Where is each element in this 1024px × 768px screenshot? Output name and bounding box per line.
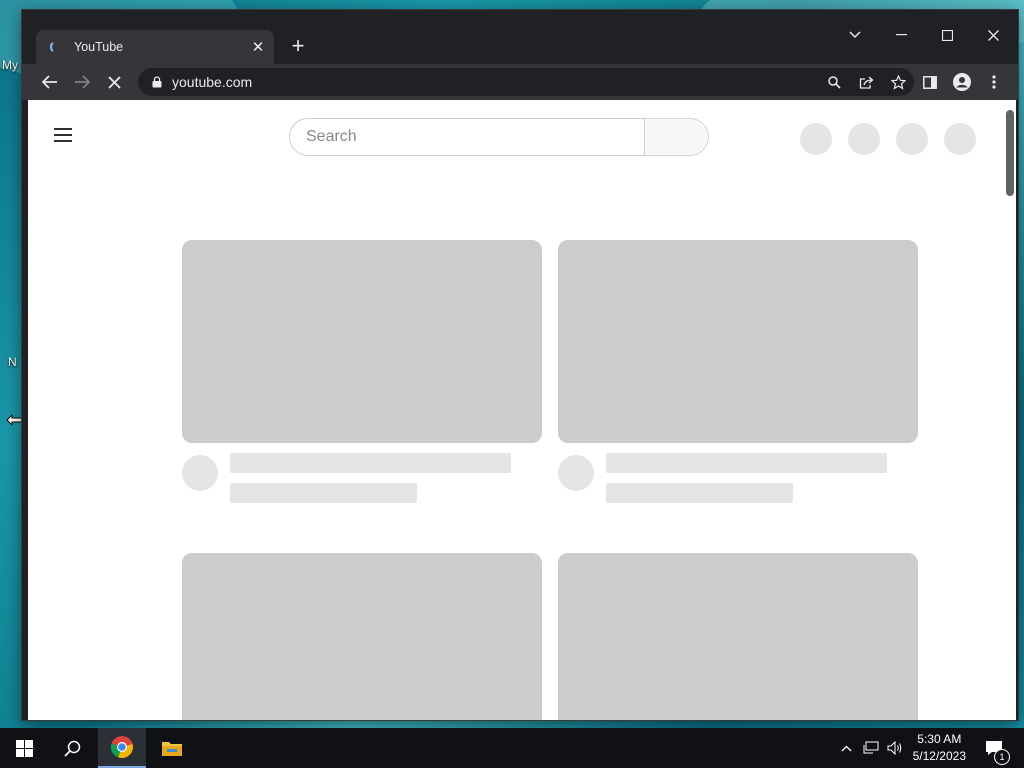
system-clock[interactable]: 5:30 AM 5/12/2023	[913, 731, 966, 765]
hamburger-menu-icon[interactable]	[54, 128, 72, 142]
taskbar-chrome[interactable]	[98, 728, 146, 768]
show-hidden-icons-button[interactable]	[836, 728, 856, 768]
taskbar: 5:30 AM 5/12/2023 1	[0, 728, 1024, 768]
url-text[interactable]: youtube.com	[172, 74, 818, 90]
address-bar[interactable]: youtube.com	[138, 68, 914, 96]
stop-loading-button[interactable]	[100, 68, 128, 96]
browser-toolbar: youtube.com	[22, 64, 1018, 100]
search-input[interactable]	[289, 118, 645, 156]
title-placeholder	[230, 453, 511, 473]
volume-icon	[887, 741, 902, 755]
side-panel-icon	[923, 75, 937, 89]
taskbar-search-button[interactable]	[48, 728, 96, 768]
header-icon-placeholder	[944, 123, 976, 155]
thumbnail-placeholder	[182, 553, 542, 720]
meta-placeholder	[230, 483, 417, 503]
clock-time: 5:30 AM	[917, 732, 962, 746]
search-button[interactable]	[645, 118, 709, 156]
browser-window: YouTube ✕ + youtube.com Search	[22, 10, 1018, 720]
network-status[interactable]	[860, 728, 882, 768]
side-panel-button[interactable]	[916, 68, 944, 96]
thumbnail-placeholder	[558, 240, 918, 443]
file-explorer-icon	[162, 742, 182, 756]
lock-icon[interactable]	[150, 76, 164, 88]
minimize-icon	[895, 34, 907, 36]
forward-arrow-icon	[75, 75, 90, 89]
header-icon-placeholder	[848, 123, 880, 155]
header-icon-placeholder	[800, 123, 832, 155]
channel-avatar-placeholder	[182, 455, 218, 491]
tab-title: YouTube	[74, 40, 124, 54]
minimize-button[interactable]	[878, 22, 924, 48]
search-icon	[63, 740, 80, 757]
zoom-icon[interactable]	[818, 68, 850, 96]
profile-icon	[953, 73, 971, 91]
close-window-button[interactable]	[970, 22, 1016, 48]
new-tab-button[interactable]: +	[286, 35, 310, 59]
bookmark-star-icon[interactable]	[882, 68, 914, 96]
tab-close-icon[interactable]: ✕	[248, 38, 268, 56]
page-scrollbar[interactable]	[1006, 110, 1014, 196]
thumbnail-placeholder	[558, 553, 918, 720]
chrome-icon	[110, 736, 133, 759]
back-arrow-icon	[42, 75, 57, 89]
tab-search-button[interactable]	[832, 22, 878, 48]
notification-count-badge: 1	[994, 749, 1010, 765]
tab-strip: YouTube ✕ +	[22, 10, 1018, 64]
taskbar-file-explorer[interactable]	[148, 728, 196, 768]
profile-button[interactable]	[948, 68, 976, 96]
chevron-up-icon	[841, 745, 851, 751]
windows-logo-icon	[15, 739, 33, 757]
page-viewport	[28, 100, 1016, 720]
stop-x-icon	[107, 75, 121, 89]
back-button[interactable]	[36, 68, 64, 96]
channel-avatar-placeholder	[558, 455, 594, 491]
close-icon	[987, 29, 999, 41]
chevron-down-icon	[849, 31, 861, 39]
header-icon-placeholder	[896, 123, 928, 155]
clock-date: 5/12/2023	[912, 749, 966, 763]
meta-placeholder	[606, 483, 793, 503]
more-menu-icon	[992, 75, 996, 89]
action-center-button[interactable]: 1	[980, 728, 1010, 768]
share-icon[interactable]	[850, 68, 882, 96]
more-menu-button[interactable]	[980, 68, 1008, 96]
network-icon	[863, 741, 879, 754]
forward-button[interactable]	[68, 68, 96, 96]
start-button[interactable]	[0, 728, 48, 768]
loading-spinner-icon	[50, 40, 64, 54]
tab-youtube[interactable]: YouTube ✕	[36, 30, 274, 64]
maximize-icon	[941, 29, 953, 41]
thumbnail-placeholder	[182, 240, 542, 443]
title-placeholder	[606, 453, 887, 473]
desktop-icon-label[interactable]: N	[8, 355, 17, 369]
desktop-icon-label[interactable]: My	[2, 58, 18, 72]
volume-control[interactable]	[884, 728, 906, 768]
maximize-button[interactable]	[924, 22, 970, 48]
